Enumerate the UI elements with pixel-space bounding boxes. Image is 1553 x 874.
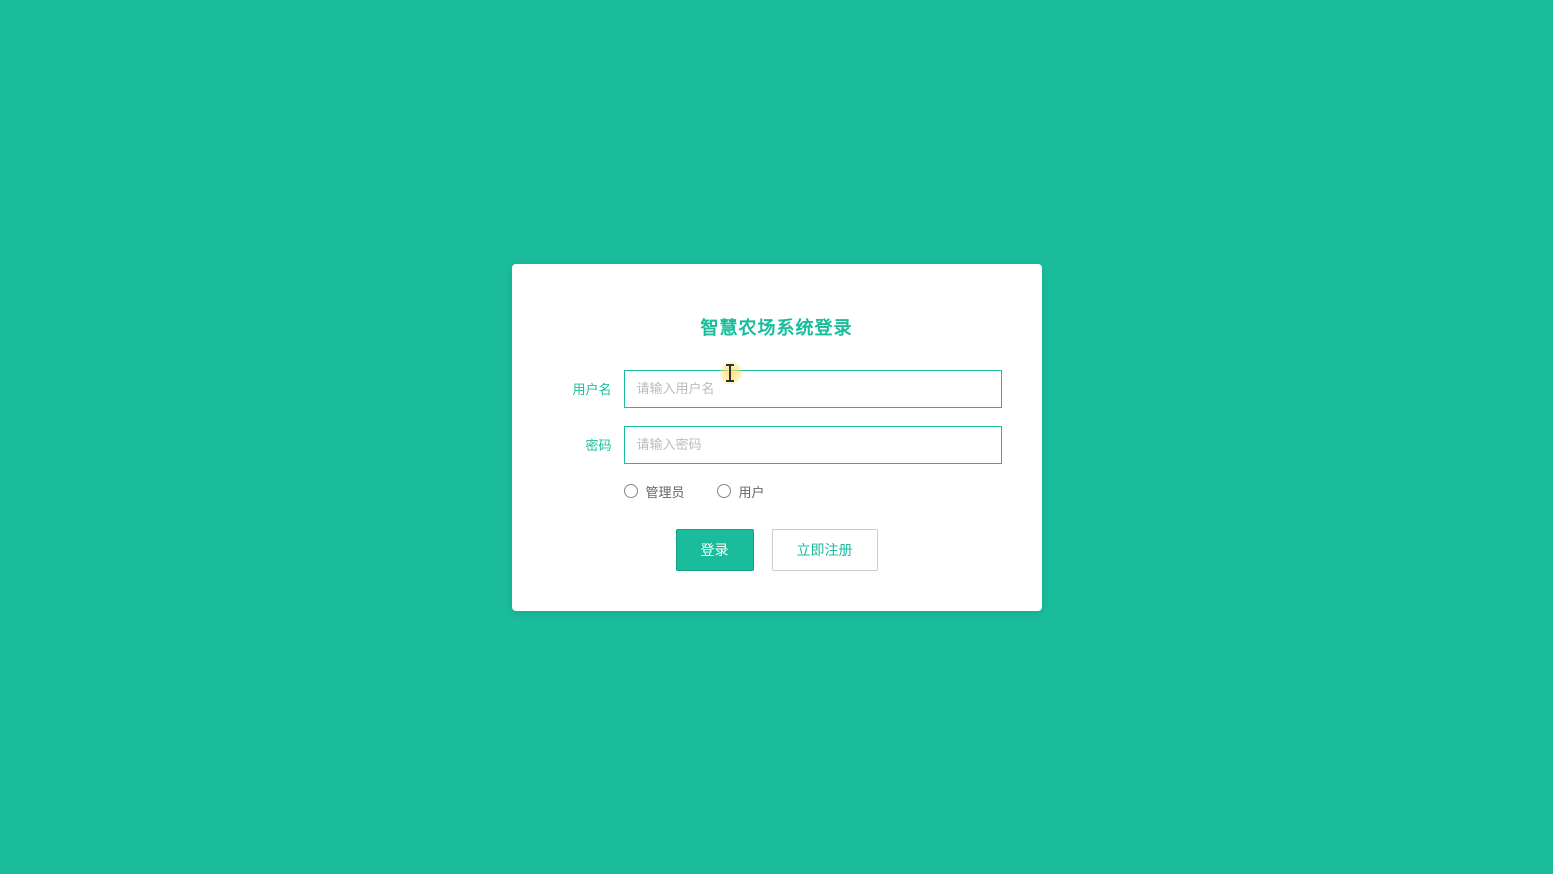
role-admin-label: 管理员 [646, 482, 685, 501]
role-user-label: 用户 [739, 482, 765, 501]
button-row: 登录 立即注册 [552, 529, 1002, 571]
register-button[interactable]: 立即注册 [772, 529, 878, 571]
role-user-radio[interactable]: 用户 [717, 482, 765, 501]
login-card: 智慧农场系统登录 用户名 密码 管理员 用户 登录 立即注册 [512, 264, 1042, 611]
role-radio-group: 管理员 用户 [552, 482, 1002, 501]
password-row: 密码 [552, 426, 1002, 464]
radio-icon [717, 484, 731, 498]
username-input[interactable] [624, 370, 1002, 408]
login-button[interactable]: 登录 [676, 529, 754, 571]
password-label: 密码 [552, 435, 612, 454]
username-row: 用户名 [552, 370, 1002, 408]
username-label: 用户名 [552, 379, 612, 398]
radio-icon [624, 484, 638, 498]
role-admin-radio[interactable]: 管理员 [624, 482, 685, 501]
login-title: 智慧农场系统登录 [552, 314, 1002, 340]
password-input[interactable] [624, 426, 1002, 464]
